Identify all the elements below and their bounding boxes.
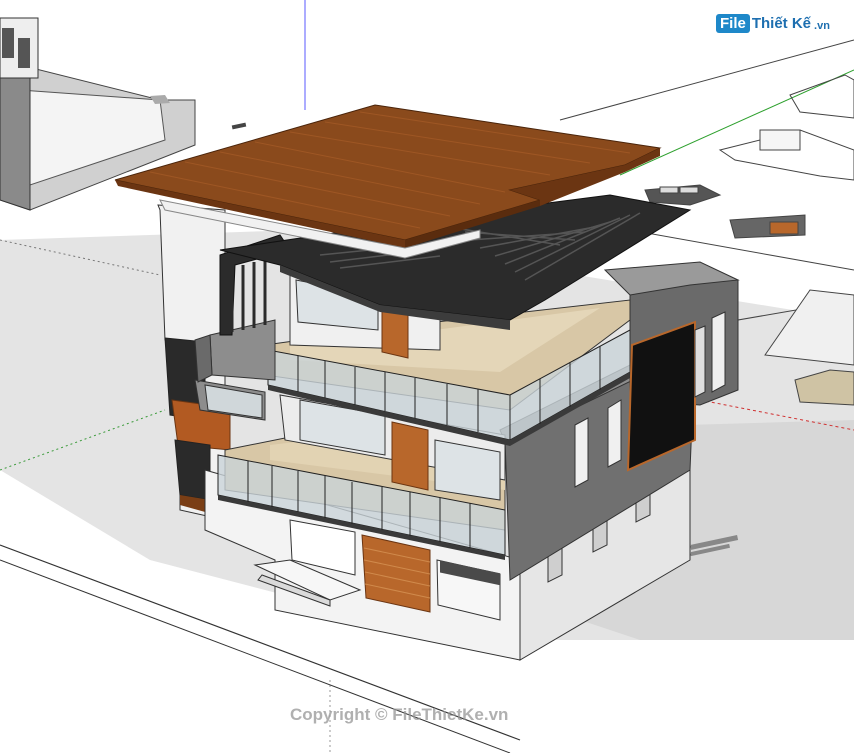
logo-text: Thiết Kế	[751, 15, 812, 32]
ground-line	[559, 39, 854, 121]
wood-door-2nd-floor	[391, 421, 429, 491]
green-axis	[619, 69, 854, 176]
right-block-window	[711, 311, 726, 393]
right-block-window	[694, 325, 706, 398]
site-logo: File Thiết Kế .vn	[716, 14, 830, 33]
logo-mark: File	[716, 14, 750, 33]
left-box-3rd-side	[194, 334, 213, 383]
logo-suffix: .vn	[814, 19, 830, 32]
model-viewport[interactable]	[0, 0, 854, 753]
copyright-watermark: Copyright © FileThietKe.vn	[290, 705, 509, 724]
